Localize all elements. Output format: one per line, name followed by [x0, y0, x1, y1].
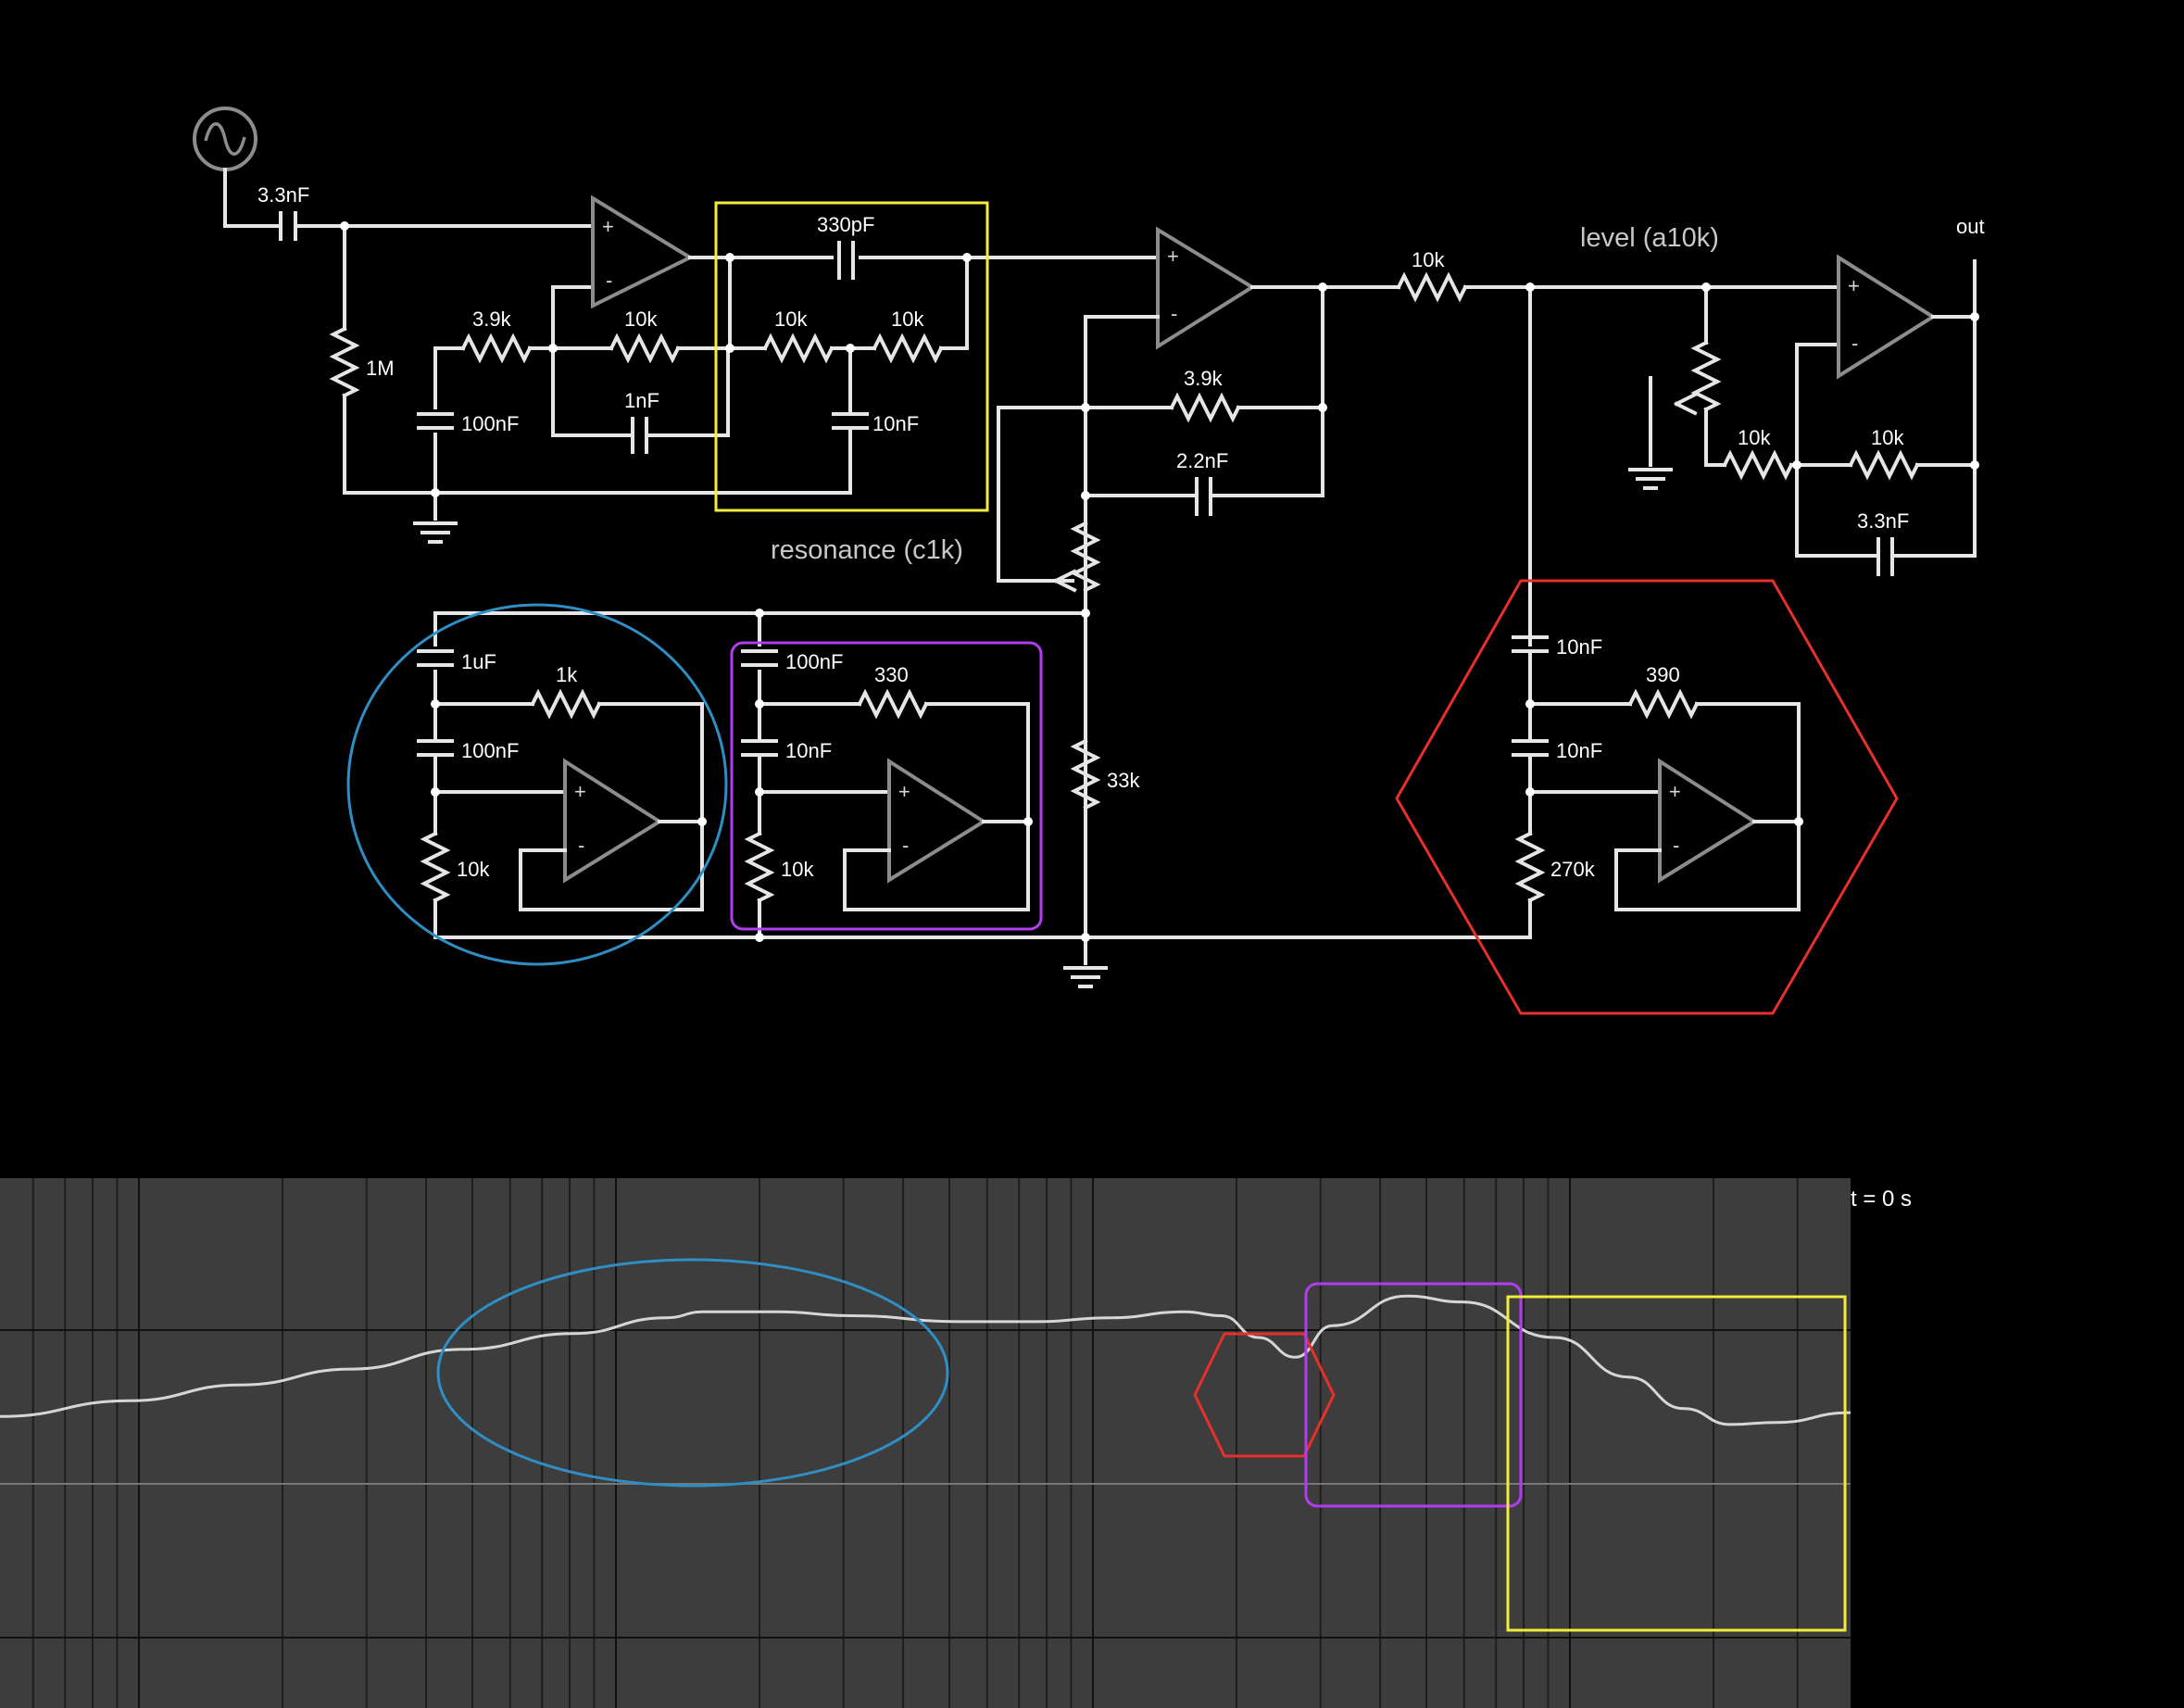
- time-readout: t = 0 s: [1851, 1187, 1912, 1212]
- ground-icon: [1063, 966, 1108, 988]
- resistor-1k[interactable]: [530, 688, 602, 720]
- label-r-10k-g: 10k: [781, 858, 814, 881]
- opamp-4[interactable]: +-: [563, 758, 663, 884]
- label-c-100nf-c: 100nF: [785, 650, 843, 673]
- resistor-10k-out[interactable]: [1396, 271, 1468, 303]
- svg-text:-: -: [1851, 332, 1858, 355]
- svg-text:+: +: [1848, 274, 1860, 297]
- capacitor-3n3-input[interactable]: [279, 211, 346, 241]
- circuit-workspace: 3.3nF 1M 100nF 3.9k 10k 1nF +- 330pF 10k…: [0, 107, 1985, 1708]
- opamp-1[interactable]: +-: [591, 195, 695, 309]
- scope-panel: t = 0 s: [0, 1178, 1912, 1708]
- resistor-10k-b[interactable]: [762, 333, 835, 364]
- label-c-1uf: 1uF: [461, 650, 496, 673]
- label-r-10k-d: 10k: [1738, 426, 1771, 449]
- svg-text:-: -: [606, 269, 612, 292]
- resistor-33k[interactable]: [1070, 738, 1101, 810]
- label-c-100nf-b: 100nF: [461, 739, 519, 762]
- label-c-100nf-a: 100nF: [461, 412, 519, 435]
- opamp-3[interactable]: +-: [1837, 254, 1937, 380]
- label-level: level (a10k): [1580, 223, 1719, 253]
- ground-icon: [413, 521, 458, 544]
- capacitor-10nf-b[interactable]: [741, 739, 778, 757]
- resistor-3k9-a[interactable]: [460, 333, 533, 364]
- capacitor-10nf-d[interactable]: [1512, 739, 1549, 757]
- resistor-10k-e[interactable]: [1848, 449, 1920, 481]
- resistor-270k[interactable]: [1514, 831, 1546, 903]
- capacitor-100nf-c[interactable]: [741, 649, 778, 667]
- label-c-in: 3.3nF: [257, 183, 309, 207]
- label-r-390: 390: [1646, 663, 1680, 686]
- svg-text:-: -: [1171, 302, 1177, 325]
- ac-source-icon[interactable]: [193, 107, 257, 171]
- label-c-2n2: 2.2nF: [1176, 449, 1228, 472]
- capacitor-2n2[interactable]: [1195, 477, 1212, 516]
- label-resonance: resonance (c1k): [771, 535, 963, 565]
- label-r-33k: 33k: [1107, 769, 1140, 792]
- resistor-1m[interactable]: [329, 326, 360, 398]
- svg-text:+: +: [1669, 780, 1681, 803]
- svg-text:+: +: [602, 215, 614, 238]
- capacitor-100nf-a[interactable]: [417, 412, 454, 430]
- label-r-1m: 1M: [366, 357, 395, 380]
- resistor-390[interactable]: [1627, 688, 1700, 720]
- resistor-10k-a[interactable]: [609, 333, 681, 364]
- ground-icon: [1628, 468, 1673, 490]
- capacitor-1uf[interactable]: [417, 649, 454, 667]
- resistor-3k9-b[interactable]: [1169, 392, 1241, 423]
- label-r-3k9-a: 3.9k: [472, 308, 512, 331]
- highlight-red-hexagon: [1395, 579, 1899, 1015]
- svg-text:+: +: [1167, 245, 1179, 268]
- scope-background: [0, 1178, 1851, 1708]
- resistor-10k-f[interactable]: [420, 831, 451, 903]
- label-r-330: 330: [874, 663, 909, 686]
- label-r-10k-out: 10k: [1412, 248, 1445, 271]
- potentiometer-level[interactable]: [1674, 340, 1722, 416]
- schematic: 3.3nF 1M 100nF 3.9k 10k 1nF +- 330pF 10k…: [193, 107, 1985, 1015]
- capacitor-10nf-a[interactable]: [832, 412, 869, 430]
- capacitor-100nf-b[interactable]: [417, 739, 454, 757]
- opamp-5[interactable]: +-: [887, 758, 987, 884]
- label-r-10k-f: 10k: [457, 858, 490, 881]
- label-c-3n3-b: 3.3nF: [1857, 509, 1909, 533]
- label-c-10nf-a: 10nF: [872, 412, 919, 435]
- resistor-10k-c[interactable]: [872, 333, 944, 364]
- opamp-6[interactable]: +-: [1658, 758, 1758, 884]
- capacitor-3n3-b[interactable]: [1876, 537, 1894, 576]
- svg-text:+: +: [574, 780, 586, 803]
- label-r-10k-a: 10k: [624, 308, 658, 331]
- svg-text:-: -: [902, 834, 909, 857]
- opamp-2[interactable]: +-: [1156, 226, 1256, 350]
- resistor-330[interactable]: [857, 688, 929, 720]
- label-c-10nf-b: 10nF: [785, 739, 832, 762]
- label-out: out: [1956, 215, 1985, 238]
- capacitor-1nf[interactable]: [631, 417, 648, 454]
- label-r-10k-c: 10k: [891, 308, 924, 331]
- svg-text:-: -: [578, 834, 584, 857]
- capacitor-330pf[interactable]: [837, 241, 855, 280]
- label-r-270k: 270k: [1550, 858, 1596, 881]
- label-c-1nf: 1nF: [624, 389, 659, 412]
- label-r-3k9-b: 3.9k: [1184, 367, 1224, 390]
- svg-text:+: +: [898, 780, 910, 803]
- label-c-10nf-d: 10nF: [1556, 739, 1602, 762]
- label-r-10k-b: 10k: [774, 308, 808, 331]
- label-c-10nf-c: 10nF: [1556, 635, 1602, 659]
- svg-text:-: -: [1673, 834, 1679, 857]
- label-c-330pf: 330pF: [817, 213, 874, 236]
- resistor-10k-d[interactable]: [1722, 449, 1794, 481]
- label-r-1k: 1k: [556, 663, 578, 686]
- label-r-10k-e: 10k: [1871, 426, 1904, 449]
- resistor-10k-g[interactable]: [744, 831, 775, 903]
